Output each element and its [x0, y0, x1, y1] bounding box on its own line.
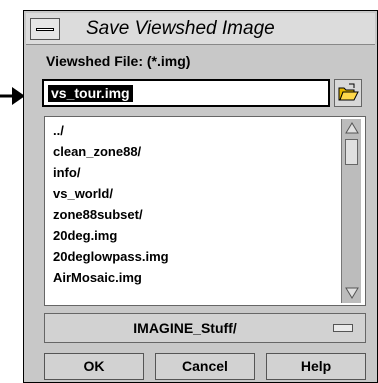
list-item[interactable]: vs_world/: [53, 186, 113, 201]
open-folder-icon: [338, 83, 359, 101]
file-field-label: Viewshed File: (*.img): [46, 53, 191, 69]
title-bar: Save Viewshed Image: [26, 13, 375, 45]
list-item[interactable]: AirMosaic.img: [53, 270, 142, 285]
option-menu-indicator-icon: [333, 324, 353, 332]
cancel-button[interactable]: Cancel: [155, 353, 255, 380]
scrollbar-thumb[interactable]: [345, 139, 358, 165]
list-item[interactable]: zone88subset/: [53, 207, 143, 222]
list-item[interactable]: 20deglowpass.img: [53, 249, 169, 264]
scroll-down-icon[interactable]: [345, 287, 359, 299]
list-item[interactable]: 20deg.img: [53, 228, 117, 243]
file-list[interactable]: ../ clean_zone88/ info/ vs_world/ zone88…: [44, 116, 366, 306]
window-menu-button[interactable]: [30, 18, 60, 40]
window-menu-icon: [36, 28, 54, 31]
ok-button[interactable]: OK: [44, 353, 144, 380]
help-button[interactable]: Help: [266, 353, 366, 380]
list-item[interactable]: info/: [53, 165, 80, 180]
file-name-value: vs_tour.img: [48, 85, 133, 102]
browse-folder-button[interactable]: [334, 79, 362, 107]
vertical-scrollbar[interactable]: [341, 119, 361, 303]
file-name-input[interactable]: vs_tour.img: [42, 79, 330, 107]
list-item[interactable]: clean_zone88/: [53, 144, 141, 159]
directory-option-menu[interactable]: IMAGINE_Stuff/: [44, 313, 366, 343]
save-viewshed-dialog: Save Viewshed Image Viewshed File: (*.im…: [23, 10, 378, 383]
directory-label: IMAGINE_Stuff/: [133, 320, 237, 336]
dialog-title: Save Viewshed Image: [86, 18, 275, 39]
scroll-up-icon[interactable]: [345, 122, 359, 134]
list-item[interactable]: ../: [53, 123, 64, 138]
